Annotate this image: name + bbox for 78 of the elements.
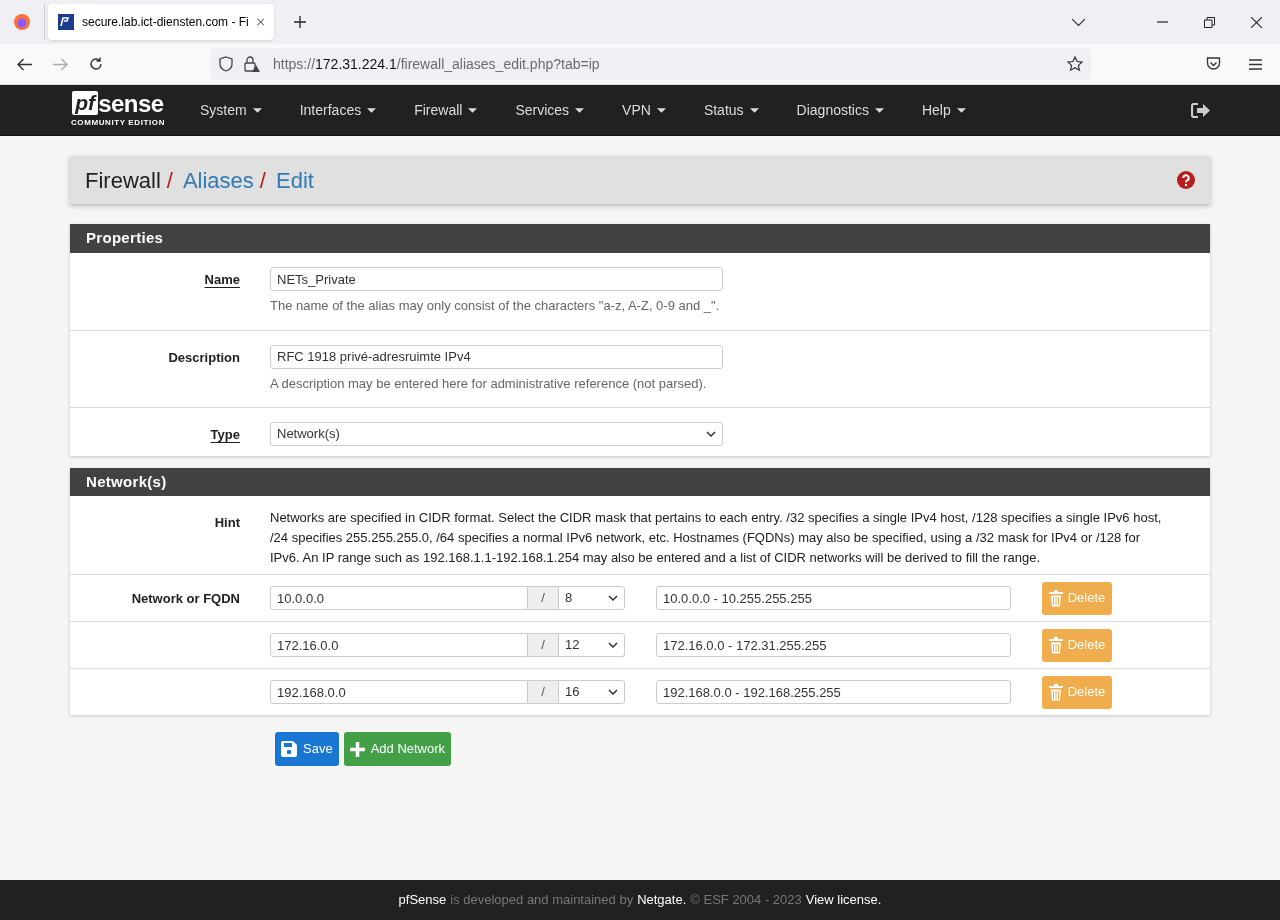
plus-icon	[349, 741, 365, 757]
logo-edition: COMMUNITY EDITION	[70, 117, 166, 129]
field-label: Hint	[214, 515, 240, 530]
slash-addon: /	[528, 586, 558, 610]
footer-link[interactable]: View license.	[805, 890, 882, 910]
pocket-icon[interactable]	[1206, 57, 1221, 71]
reload-icon[interactable]	[89, 57, 103, 71]
caret-icon	[956, 107, 966, 113]
pfsense-logo[interactable]: pfsense COMMUNITY EDITION	[65, 91, 171, 129]
slash-addon: /	[528, 680, 558, 704]
footer-link[interactable]: Netgate.	[637, 890, 687, 910]
caret-icon	[575, 107, 585, 113]
restore-icon[interactable]	[1204, 16, 1215, 28]
address-bar[interactable]: https://172.31.224.1/firewall_aliases_edit.php?tab=ip	[211, 48, 1091, 80]
hint-text: Networks are specified in CIDR format. Select the CIDR mask that pertains to each entry. /32 specifies a single IPv4 host, /128 specifies a single IPv6 host, /24 specifies 255.255.255.0, /64 specifies a normal IPv6 network, etc. Hostnames (FQDNs) may also be specified, using a /32 mask for IPv4 or /128 for IPv6. An IP range such as 192.168.1.1-192.168.1.254 may also be entered and a list of CIDR networks will be derived to fill the range.	[270, 509, 1163, 567]
trash-icon	[1048, 589, 1063, 607]
nav-menu[interactable]: Interfaces	[280, 99, 396, 121]
field-label: Description	[168, 349, 240, 365]
trash-icon	[1048, 636, 1063, 654]
mask-dropdown[interactable]: 8	[558, 586, 625, 610]
browser-logo-icon[interactable]	[13, 13, 31, 31]
close-icon[interactable]	[1251, 16, 1262, 28]
caret-icon	[656, 107, 666, 113]
logo-mark: pf	[72, 91, 99, 115]
nav-menu[interactable]: VPN	[603, 99, 685, 121]
save-icon	[281, 741, 297, 757]
caret-icon	[252, 107, 262, 113]
trash-icon	[1048, 683, 1063, 701]
shield-icon	[219, 56, 233, 72]
panel-heading: Properties	[70, 224, 1210, 253]
address-field[interactable]: 172.16.0.0	[270, 633, 528, 657]
field-label: Type	[210, 427, 240, 442]
range-field[interactable]: 172.16.0.0 - 172.31.255.255	[656, 633, 1011, 657]
help-text: A description may be entered here for administrative reference (not parsed).	[270, 374, 708, 393]
help-text: The name of the alias may only consist of the characters "a-z, A-Z, 0-9 and _".	[270, 297, 721, 315]
lock-warning-icon	[244, 56, 261, 72]
nav-menu[interactable]: Firewall	[395, 99, 497, 121]
mask-dropdown[interactable]: 12	[558, 633, 625, 657]
menu-icon[interactable]	[1249, 58, 1262, 70]
site-favicon-icon	[58, 14, 74, 30]
nav-menu[interactable]: Status	[684, 99, 778, 121]
panel-heading: Network(s)	[70, 468, 1210, 496]
nav-menu[interactable]: Services	[496, 99, 604, 121]
save-button[interactable]: Save	[275, 732, 339, 766]
footer-link[interactable]: pfSense	[398, 890, 447, 910]
footer-text: © ESF 2004 - 2023	[690, 891, 802, 910]
text-field[interactable]: RFC 1918 privé-adresruimte IPv4	[270, 344, 723, 369]
chevron-down-icon[interactable]	[1072, 18, 1085, 26]
field-label: Network or FQDN	[131, 591, 240, 606]
browser-tab[interactable]: secure.lab.ict-diensten.com - Fi	[48, 4, 274, 40]
field-label: Name	[204, 272, 240, 287]
footer-text: is developed and maintained by	[450, 891, 634, 910]
text-field[interactable]: NETs_Private	[270, 267, 723, 291]
nav-menu[interactable]: System	[181, 99, 281, 121]
mask-dropdown[interactable]: 16	[558, 680, 625, 704]
back-icon[interactable]	[17, 57, 32, 71]
star-icon[interactable]	[1067, 56, 1083, 72]
breadcrumb-text: Firewall	[85, 166, 161, 195]
slash-addon: /	[528, 633, 558, 657]
address-field[interactable]: 10.0.0.0	[270, 586, 528, 610]
caret-icon	[874, 107, 884, 113]
range-field[interactable]: 10.0.0.0 - 10.255.255.255	[656, 586, 1011, 610]
nav-menu[interactable]: Help	[902, 99, 985, 121]
caret-icon	[468, 107, 478, 113]
range-field[interactable]: 192.168.0.0 - 192.168.255.255	[656, 680, 1011, 704]
caret-icon	[367, 107, 377, 113]
logo-word: sense	[98, 93, 164, 115]
new-tab-icon[interactable]	[294, 16, 306, 28]
caret-icon	[749, 107, 759, 113]
logout-icon[interactable]	[1191, 102, 1210, 118]
nav-menu[interactable]: Diagnostics	[777, 99, 903, 121]
help-icon[interactable]	[1177, 171, 1195, 189]
type-dropdown[interactable]: Network(s)	[270, 422, 723, 446]
breadcrumb-separator: /	[166, 166, 173, 195]
breadcrumb-separator: /	[259, 166, 266, 195]
tab-title: secure.lab.ict-diensten.com - Fi	[82, 14, 249, 31]
address-field[interactable]: 192.168.0.0	[270, 680, 528, 704]
url-text: https://172.31.224.1/firewall_aliases_edit.php?tab=ip	[273, 54, 600, 74]
